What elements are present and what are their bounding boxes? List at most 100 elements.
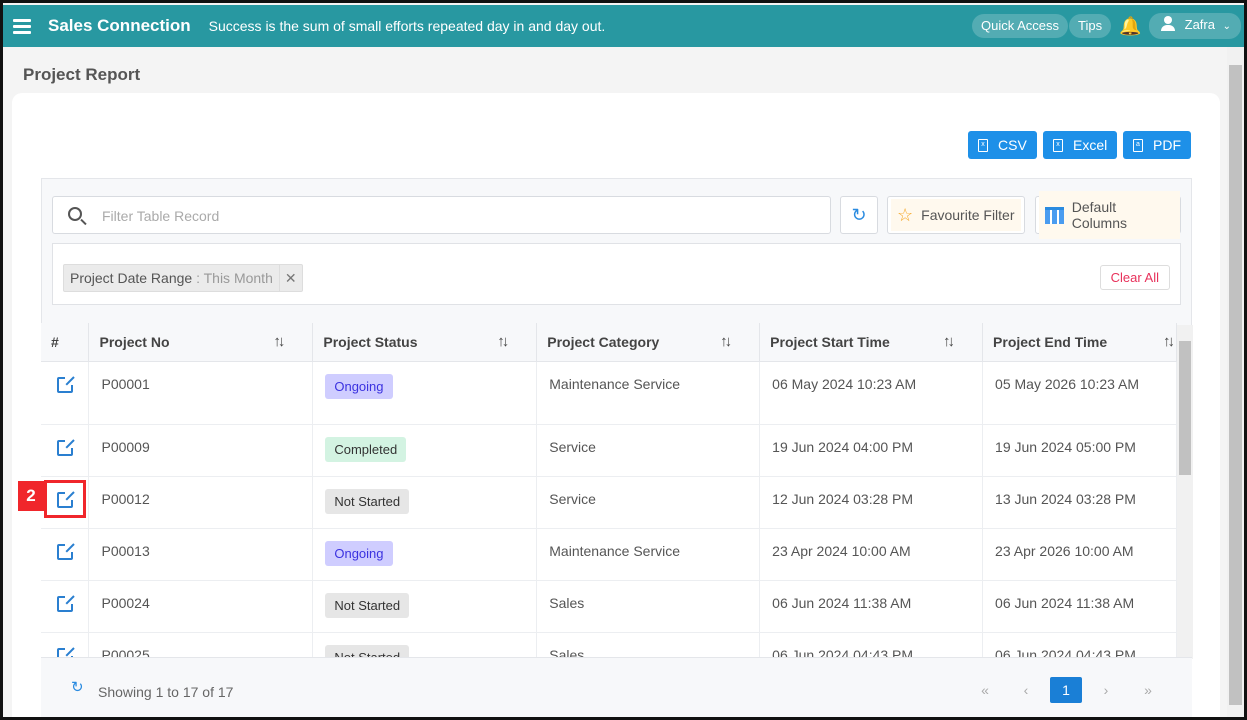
project-category: Sales (536, 580, 761, 633)
action-cell (41, 580, 90, 633)
filter-chip-label: Project Date Range (70, 270, 193, 286)
app-name: Sales Connection (48, 16, 191, 35)
prev-page-button[interactable]: ‹ (1010, 677, 1042, 703)
next-page-button[interactable]: › (1090, 677, 1122, 703)
refresh-button[interactable]: ↻ (840, 196, 878, 234)
project-category: Service (536, 476, 761, 529)
column-header[interactable]: Project Start Time ↑↓ (759, 323, 984, 362)
column-header-label: Project Start Time (770, 333, 890, 350)
tips-button[interactable]: Tips (1069, 14, 1112, 38)
tagline: Success is the sum of small efforts repe… (208, 18, 606, 34)
page-title: Project Report (23, 65, 141, 84)
action-cell (41, 528, 90, 581)
app-window: Sales Connection Success is the sum of s… (0, 0, 1247, 720)
page-1-button[interactable]: 1 (1050, 677, 1082, 703)
sort-icon[interactable]: ↑↓ (1163, 333, 1175, 350)
start-time: 12 Jun 2024 03:28 PM (759, 476, 984, 529)
open-external-icon[interactable] (57, 593, 75, 612)
column-header[interactable]: Project Category ↑↓ (536, 323, 761, 362)
favourite-filter-button[interactable]: ☆ Favourite Filter (887, 196, 1025, 234)
action-cell (41, 424, 90, 477)
start-time: 23 Apr 2024 10:00 AM (759, 528, 984, 581)
file-pdf-icon: a (1133, 138, 1143, 152)
status-cell: Not Started (312, 476, 538, 529)
file-excel-icon: x (1053, 138, 1063, 152)
column-header-label: Project No (99, 333, 170, 350)
status-cell: Ongoing (312, 528, 538, 581)
sort-icon[interactable]: ↑↓ (497, 333, 509, 350)
search-input[interactable]: Filter Table Record (52, 196, 831, 234)
open-external-icon[interactable] (57, 541, 75, 560)
clear-all-button[interactable]: Clear All (1099, 265, 1170, 290)
start-time: 19 Jun 2024 04:00 PM (759, 424, 984, 477)
sort-icon[interactable]: ↑↓ (943, 333, 955, 350)
pagination-summary: Showing 1 to 17 of 17 (98, 684, 234, 700)
project-no: P00024 (88, 580, 314, 633)
page-scrollbar[interactable] (1227, 47, 1244, 717)
favourite-label: Favourite Filter (921, 207, 1015, 223)
table-row: P00024 Not Started Sales 06 Jun 2024 11:38 … (41, 580, 1177, 633)
export-excel-button[interactable]: x Excel (1043, 131, 1118, 159)
status-badge: Not Started (325, 592, 410, 618)
refresh-icon[interactable]: ↻ (71, 678, 84, 696)
status-cell: Ongoing (312, 361, 538, 425)
sort-icon[interactable]: ↑↓ (720, 333, 732, 350)
search-placeholder: Filter Table Record (102, 208, 220, 224)
user-menu[interactable]: Zafra ⌄ (1149, 13, 1241, 39)
close-icon[interactable]: ✕ (278, 265, 302, 291)
status-cell: Not Started (312, 580, 538, 633)
start-time: 06 May 2024 10:23 AM (759, 361, 984, 425)
column-header: # (41, 323, 90, 362)
status-cell: Completed (312, 424, 538, 477)
top-bar: Sales Connection Success is the sum of s… (3, 5, 1244, 47)
end-time: 19 Jun 2024 05:00 PM (982, 424, 1177, 477)
project-no: P00012 (88, 476, 314, 529)
first-page-button[interactable]: « (969, 677, 1001, 703)
status-badge: Ongoing (325, 373, 393, 399)
table-row: P00001 Ongoing Maintenance Service 06 May 2… (41, 361, 1177, 425)
start-time: 06 Jun 2024 11:38 AM (759, 580, 984, 633)
quick-access-button[interactable]: Quick Access (972, 14, 1069, 38)
column-header-label: Project Status (323, 333, 418, 350)
bell-icon[interactable]: 🔔 (1119, 16, 1141, 37)
column-header[interactable]: Project Status ↑↓ (312, 323, 538, 362)
menu-icon[interactable] (13, 16, 31, 37)
status-badge: Not Started (325, 488, 410, 514)
table-row: P00013 Ongoing Maintenance Service 23 Apr 2… (41, 528, 1177, 581)
sort-icon[interactable]: ↑↓ (273, 333, 285, 350)
search-icon-handle (80, 218, 87, 226)
column-header-label: Project End Time (993, 333, 1108, 350)
file-csv-icon: x (978, 138, 988, 152)
end-time: 23 Apr 2026 10:00 AM (982, 528, 1177, 581)
open-external-icon[interactable] (57, 374, 75, 393)
export-pdf-button[interactable]: a PDF (1123, 131, 1191, 159)
chevron-down-icon: ⌄ (1222, 21, 1231, 32)
table-footer: ↻ Showing 1 to 17 of 17 « ‹ 1 › » (41, 657, 1192, 717)
refresh-icon: ↻ (851, 204, 867, 225)
project-no: P00009 (88, 424, 314, 477)
default-columns-label: Default Columns (1071, 199, 1128, 231)
default-columns-button[interactable]: Default Columns (1035, 191, 1181, 239)
pdf-label: PDF (1153, 137, 1181, 153)
filter-chip[interactable]: Project Date Range : This Month ✕ (63, 264, 303, 292)
table-row: P00009 Completed Service 19 Jun 2024 04:00 … (41, 424, 1177, 477)
csv-label: CSV (998, 137, 1027, 153)
action-cell (41, 361, 90, 425)
user-icon (1161, 16, 1175, 31)
export-csv-button[interactable]: x CSV (968, 131, 1037, 159)
user-name: Zafra (1184, 17, 1215, 32)
end-time: 05 May 2026 10:23 AM (982, 361, 1177, 425)
open-external-icon[interactable] (57, 437, 75, 456)
annotation-label: 2 (18, 481, 44, 511)
table-scrollbar[interactable] (1177, 325, 1193, 659)
status-badge: Ongoing (325, 540, 393, 566)
status-badge: Completed (325, 436, 407, 462)
filter-chip-value: This Month (203, 270, 273, 286)
active-filters: Project Date Range : This Month ✕ Clear … (52, 243, 1181, 305)
column-header[interactable]: Project No ↑↓ (88, 323, 314, 362)
star-icon: ☆ (897, 205, 914, 225)
end-time: 13 Jun 2024 03:28 PM (982, 476, 1177, 529)
last-page-button[interactable]: » (1132, 677, 1164, 703)
column-header[interactable]: Project End Time ↑↓ (982, 323, 1177, 362)
project-category: Maintenance Service (536, 528, 761, 581)
